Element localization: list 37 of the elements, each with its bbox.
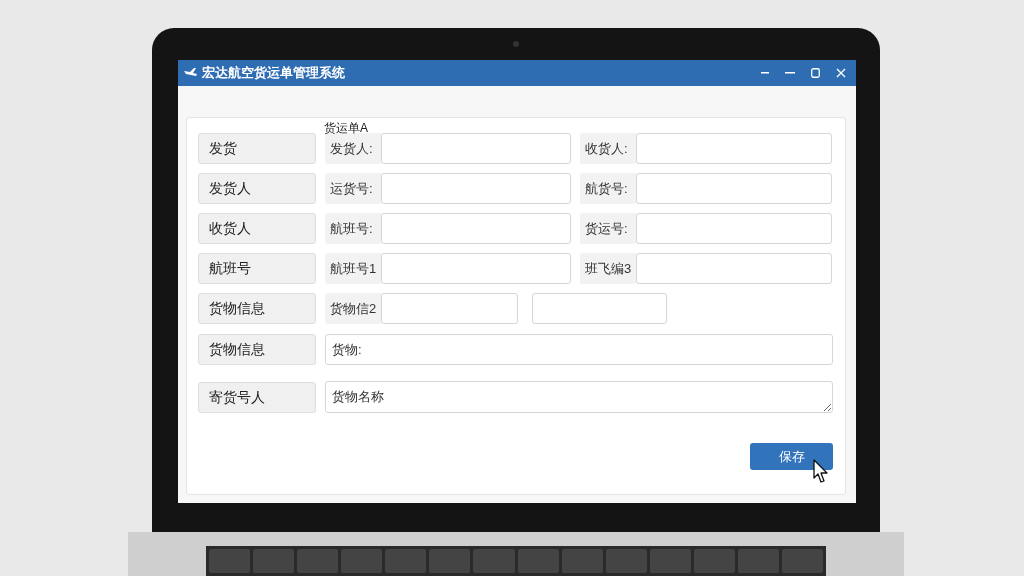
field-label: 收货人: [580,133,636,164]
field-label: 班飞编3 [580,253,636,284]
close-icon[interactable] [836,68,846,78]
row-label: 发货人 [198,173,316,204]
plane-icon [184,68,198,78]
cursor-icon [813,459,829,485]
input-field[interactable] [636,253,832,284]
input-field[interactable] [636,173,832,204]
input-field[interactable] [532,293,667,324]
input-field[interactable] [636,213,832,244]
input-field[interactable] [381,173,571,204]
row-label: 发货 [198,133,316,164]
field-label: 航班号: [325,213,381,244]
field-label: 运货号: [325,173,381,204]
row-label: 寄货号人 [198,381,316,413]
minimize-icon[interactable] [785,72,795,74]
input-field[interactable]: 货物: [325,334,833,365]
input-field[interactable] [381,133,571,164]
row-label: 航班号 [198,253,316,284]
maximize-icon[interactable] [811,68,820,78]
row-label: 货物信息 [198,293,316,324]
input-field[interactable] [381,253,571,284]
input-field[interactable] [381,213,571,244]
save-button[interactable]: 保存 [750,443,833,470]
camera-icon [513,41,519,47]
field-label: 货运号: [580,213,636,244]
text-area[interactable]: 货物名称 [325,381,833,413]
field-label: 发货人: [325,133,381,164]
row-label: 货物信息 [198,334,316,365]
window-title: 宏达航空货运单管理系统 [202,64,345,83]
input-field[interactable] [636,133,832,164]
row-label: 收货人 [198,213,316,244]
field-label: 航货号: [580,173,636,204]
field-label: 货物信2 [325,293,381,324]
minimize-icon[interactable] [761,72,769,74]
input-field[interactable] [381,293,518,324]
field-label: 航班号1 [325,253,381,284]
